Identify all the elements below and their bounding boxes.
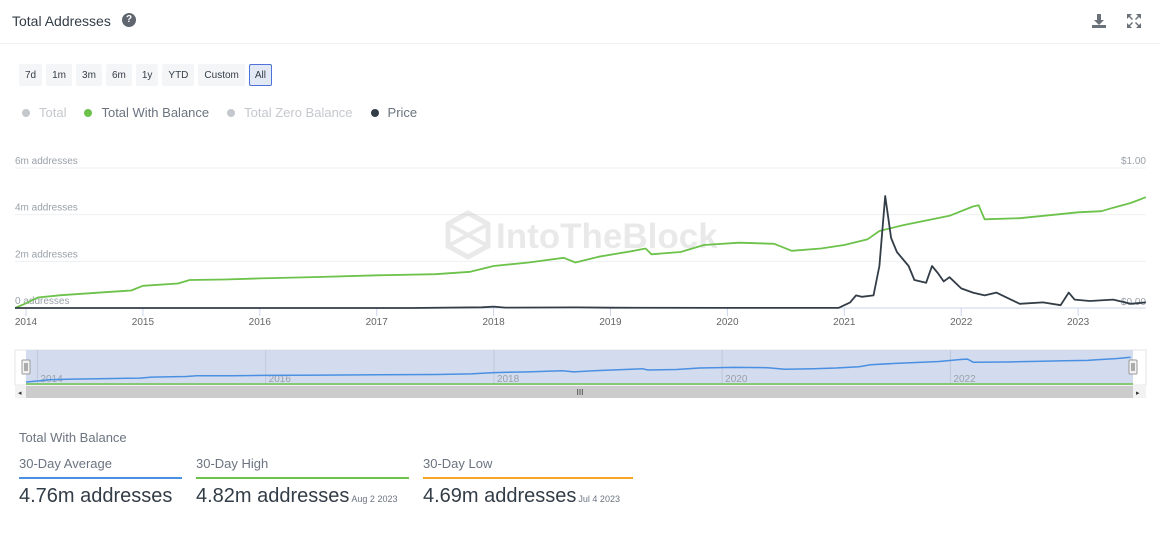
- stat-color-bar: [196, 477, 409, 479]
- scroll-right-arrow-icon[interactable]: ▸: [1136, 390, 1140, 397]
- stat-value-text: 4.69m addresses: [423, 485, 577, 507]
- x-tick-label: 2022: [950, 317, 973, 328]
- stat-value-text: 4.76m addresses: [19, 485, 173, 507]
- x-tick-label: 2019: [599, 317, 622, 328]
- range-navigator: 2014 2016 2018 2020 2022III◂ ▸: [14, 349, 1147, 398]
- stat-30-day-average: 30-Day Average 4.76m addresses: [19, 456, 182, 508]
- stat-date: Jul 4 2023: [578, 494, 620, 504]
- stat-label: 30-Day Low: [423, 456, 493, 471]
- y-tick-label: 2m addresses: [15, 249, 78, 260]
- stat-value: 4.76m addresses: [19, 485, 182, 508]
- stat-color-bar: [19, 477, 182, 479]
- stat-value: 4.82m addresses Aug 2 2023: [196, 485, 409, 508]
- stats-title: Total With Balance: [19, 430, 127, 445]
- x-tick-label: 2014: [15, 317, 38, 328]
- stat-label: 30-Day High: [196, 456, 269, 471]
- y-axis-right: $1.00$0.00: [1121, 156, 1146, 308]
- stat-30-day-low: 30-Day Low 4.69m addresses Jul 4 2023: [423, 456, 633, 508]
- navigator-right-handle[interactable]: [1128, 359, 1138, 375]
- stats-panel: Total With Balance 30-Day Average 4.76m …: [19, 430, 633, 507]
- y-tick-label: 4m addresses: [15, 203, 78, 214]
- x-tick-label: 2015: [132, 317, 155, 328]
- y-axis-left: 0 addresses2m addresses4m addresses6m ad…: [15, 156, 78, 307]
- x-tick-label: 2017: [366, 317, 389, 328]
- stat-value: 4.69m addresses Jul 4 2023: [423, 485, 633, 508]
- stat-value-text: 4.82m addresses: [196, 485, 350, 507]
- x-tick-label: 2016: [249, 317, 272, 328]
- scrollbar-grip-icon: III: [577, 388, 584, 397]
- x-tick-label: 2023: [1067, 317, 1090, 328]
- y-right-tick-label: $1.00: [1121, 156, 1146, 167]
- x-tick-label: 2020: [716, 317, 739, 328]
- stat-30-day-high: 30-Day High 4.82m addresses Aug 2 2023: [196, 456, 409, 508]
- x-axis: 2014 2015 2016 2017 2018 2019 2020 2021 2022 2023: [15, 308, 1090, 328]
- navigator-left-handle[interactable]: [21, 359, 31, 375]
- line-chart: IntoTheBlock 0 addresses2m addresses4m a…: [14, 156, 1147, 398]
- x-tick-label: 2021: [833, 317, 856, 328]
- watermark-logo: IntoTheBlock: [445, 210, 718, 260]
- x-tick-label: 2018: [482, 317, 505, 328]
- y-tick-label: 6m addresses: [15, 156, 78, 167]
- stat-date: Aug 2 2023: [351, 494, 398, 504]
- scroll-left-arrow-icon[interactable]: ◂: [18, 390, 22, 397]
- stat-color-bar: [423, 477, 633, 479]
- stat-label: 30-Day Average: [19, 456, 112, 471]
